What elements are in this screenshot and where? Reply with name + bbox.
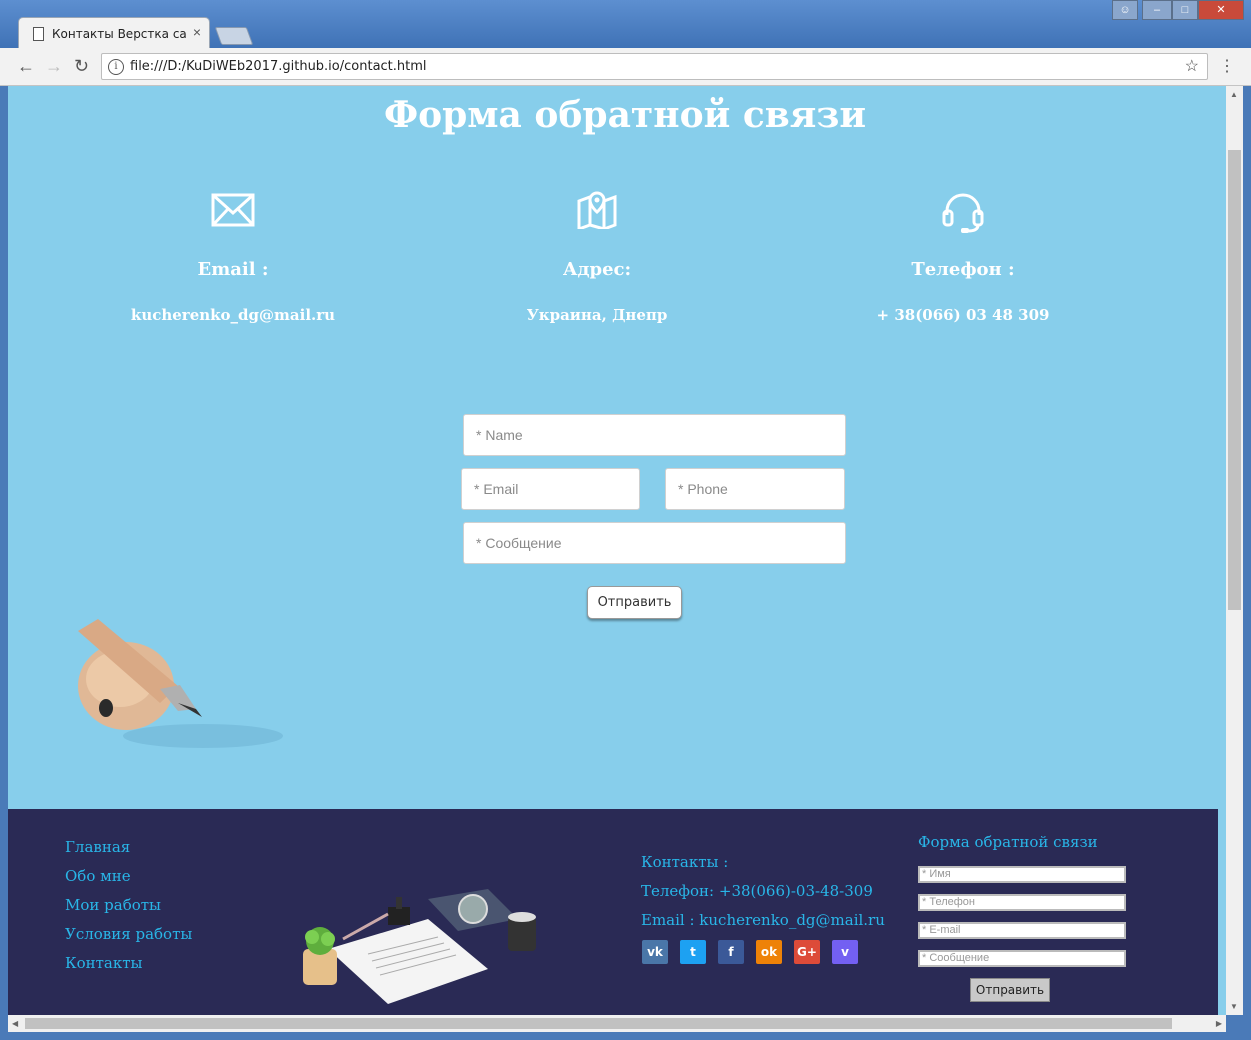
footer-message-input[interactable]: * Сообщение: [918, 950, 1126, 967]
tab-close-button[interactable]: ×: [193, 24, 201, 40]
browser-toolbar: ← → ↻ i file:///D:/KuDiWEb2017.github.io…: [0, 48, 1251, 86]
close-window-button[interactable]: ✕: [1198, 0, 1244, 20]
info-email: Email : kucherenko_dg@mail.ru: [83, 191, 383, 324]
google-plus-icon[interactable]: G+: [794, 940, 820, 964]
minimize-button[interactable]: –: [1142, 0, 1172, 20]
footer-nav-home[interactable]: Главная: [65, 838, 130, 856]
footer-contacts-heading: Контакты :: [641, 853, 729, 871]
vertical-scrollbar[interactable]: ▲ ▼: [1226, 86, 1243, 1015]
vertical-scroll-thumb[interactable]: [1228, 150, 1241, 610]
bookmark-star-icon[interactable]: ☆: [1185, 56, 1199, 76]
email-input[interactable]: * Email: [461, 468, 640, 510]
menu-dots-icon[interactable]: ⋮: [1219, 56, 1235, 76]
footer-email-input[interactable]: * E-mail: [918, 922, 1126, 939]
message-input[interactable]: * Сообщение: [463, 522, 846, 564]
window-frame-bottom: [0, 1032, 1251, 1040]
footer-nav-about[interactable]: Обо мне: [65, 867, 131, 885]
submit-button[interactable]: Отправить: [587, 586, 682, 619]
vk-icon[interactable]: vk: [642, 940, 668, 964]
footer-name-input[interactable]: * Имя: [918, 866, 1126, 883]
user-icon[interactable]: ☺: [1112, 0, 1138, 20]
horizontal-scroll-thumb[interactable]: [25, 1018, 1172, 1029]
odnoklassniki-icon[interactable]: ok: [756, 940, 782, 964]
back-icon[interactable]: ←: [17, 56, 35, 77]
scroll-up-icon[interactable]: ▲: [1230, 90, 1238, 99]
map-icon: [447, 191, 747, 232]
envelope-icon: [83, 191, 383, 231]
scroll-down-icon[interactable]: ▼: [1230, 1002, 1238, 1011]
forward-icon[interactable]: →: [45, 56, 63, 77]
url-text[interactable]: file:///D:/KuDiWEb2017.github.io/contact…: [130, 59, 427, 74]
browser-titlebar: Контакты Верстка сайто × ☺ – □ ✕: [0, 0, 1251, 48]
maximize-button[interactable]: □: [1172, 0, 1198, 20]
page-title: Форма обратной связи: [383, 94, 867, 136]
headset-icon: [813, 191, 1113, 233]
footer: Главная Обо мне Мои работы Условия работ…: [8, 809, 1218, 1019]
footer-nav-works[interactable]: Мои работы: [65, 896, 161, 914]
footer-contacts-phone: Телефон: +38(066)-03-48-309: [641, 882, 873, 900]
pencil-sharpener-image: [68, 611, 288, 761]
footer-submit-button[interactable]: Отправить: [970, 978, 1050, 1002]
info-address-value: Украина, Днепр: [526, 306, 668, 324]
info-address-label: Адрес:: [562, 259, 632, 280]
twitter-icon[interactable]: t: [680, 940, 706, 964]
info-email-value: kucherenko_dg@mail.ru: [130, 306, 336, 324]
footer-nav-terms[interactable]: Условия работы: [65, 925, 192, 943]
browser-tab[interactable]: Контакты Верстка сайто ×: [18, 17, 210, 48]
new-tab-button[interactable]: [214, 27, 254, 45]
info-email-label: Email :: [197, 259, 269, 280]
scroll-left-icon[interactable]: ◀: [12, 1019, 18, 1028]
info-phone-value: + 38(066) 03 48 309: [876, 306, 1050, 324]
desk-items-image: [288, 879, 588, 1014]
info-phone-label: Телефон :: [911, 259, 1015, 280]
scroll-right-icon[interactable]: ▶: [1216, 1019, 1222, 1028]
phone-input[interactable]: * Phone: [665, 468, 845, 510]
viber-icon[interactable]: v: [832, 940, 858, 964]
footer-form-title: Форма обратной связи: [918, 833, 1098, 851]
footer-nav-contacts[interactable]: Контакты: [65, 954, 143, 972]
footer-phone-input[interactable]: * Телефон: [918, 894, 1126, 911]
facebook-icon[interactable]: f: [718, 940, 744, 964]
footer-contacts-email[interactable]: Email : kucherenko_dg@mail.ru: [641, 911, 885, 929]
tab-title: Контакты Верстка сайто: [52, 27, 187, 41]
address-bar[interactable]: i file:///D:/KuDiWEb2017.github.io/conta…: [101, 53, 1208, 80]
info-phone: Телефон : + 38(066) 03 48 309: [813, 191, 1113, 324]
document-icon: [33, 27, 44, 41]
horizontal-scrollbar[interactable]: ◀ ▶: [8, 1015, 1226, 1032]
reload-icon[interactable]: ↻: [74, 56, 89, 77]
info-icon[interactable]: i: [108, 59, 124, 75]
name-input[interactable]: * Name: [463, 414, 846, 456]
info-address: Адрес: Украина, Днепр: [447, 191, 747, 324]
